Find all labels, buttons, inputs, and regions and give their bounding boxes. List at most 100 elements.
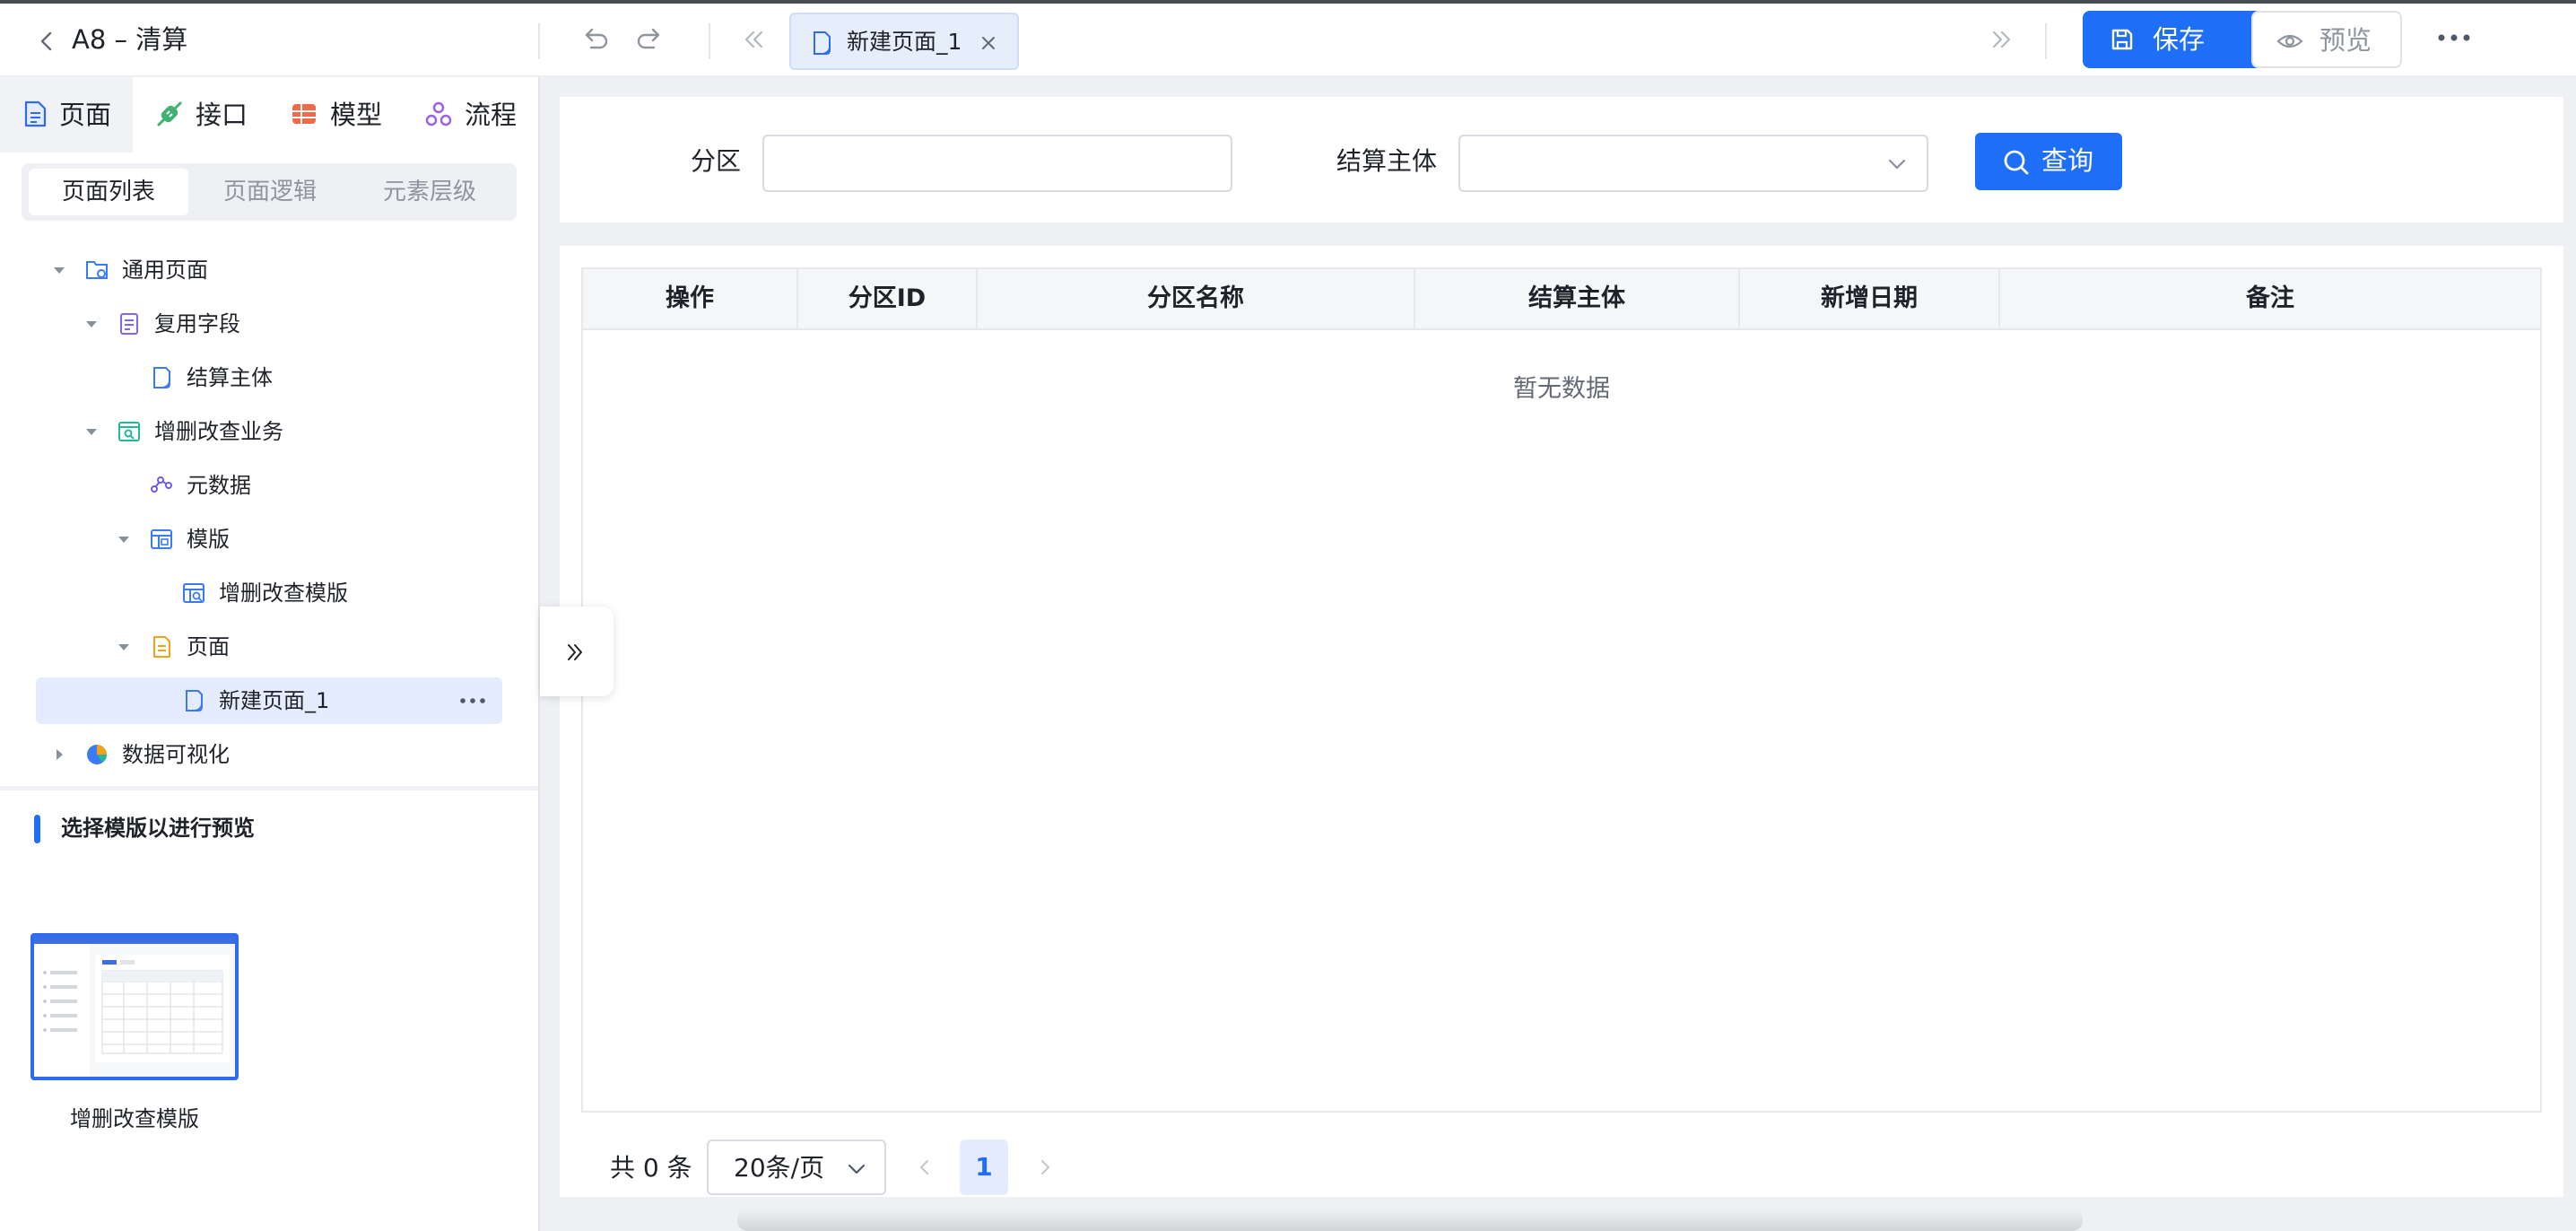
flow-icon (425, 101, 452, 127)
settlement-entity-select[interactable] (1458, 135, 1928, 192)
template-icon (151, 529, 172, 549)
undo-icon[interactable] (579, 23, 612, 56)
partition-label: 分区 (691, 146, 742, 176)
column-header[interactable]: 分区名称 (978, 269, 1415, 328)
doc-purple-icon (120, 313, 138, 335)
tab-label: 新建页面_1 (847, 29, 962, 55)
tree-item-label: 结算主体 (187, 365, 273, 390)
double-chevron-right-icon[interactable] (1986, 23, 2018, 56)
sub-tab-element-hierarchy[interactable]: 元素层级 (350, 169, 509, 215)
tab-model[interactable]: 模型 (269, 77, 404, 153)
partition-input[interactable] (762, 135, 1232, 192)
metadata-icon (151, 476, 172, 493)
horizontal-scrollbar[interactable] (737, 1209, 2083, 1231)
filter-form: 分区 结算主体 查询 (560, 97, 2563, 223)
template-preview-heading: 选择模版以进行预览 (61, 816, 255, 841)
nav-tabs: 页面 接口 模型 流程 (0, 77, 538, 163)
app-title: A8 – 清算 (72, 24, 188, 55)
tab-label: 流程 (465, 100, 518, 130)
template-label: 增删改查模版 (70, 1106, 199, 1131)
tree-item-metadata[interactable]: 元数据 (0, 463, 538, 508)
api-icon (157, 101, 182, 127)
page-size-select[interactable]: 20条/页 (707, 1139, 886, 1195)
preview-button[interactable]: 预览 (2251, 11, 2402, 68)
tab-label: 接口 (196, 100, 248, 130)
top-bar: A8 – 清算 新建页面_1 保存 预览 (0, 4, 2576, 77)
chevron-left-icon[interactable] (34, 29, 59, 54)
table-header: 操作 分区ID 分区名称 结算主体 新增日期 备注 (583, 269, 2540, 330)
chevron-right-icon[interactable] (1035, 1157, 1055, 1177)
caret-down-icon[interactable] (117, 640, 131, 654)
pagination: 共 0 条 20条/页 1 (560, 1139, 2563, 1197)
tree-item-label: 新建页面_1 (219, 688, 330, 713)
more-icon[interactable] (2436, 32, 2472, 43)
tab-flow[interactable]: 流程 (404, 77, 538, 153)
tree-item-label: 元数据 (187, 473, 251, 498)
caret-down-icon[interactable] (52, 263, 66, 277)
page-icon (186, 690, 203, 712)
model-icon (292, 104, 316, 124)
tab-label: 模型 (330, 100, 383, 130)
tree-item-label: 通用页面 (122, 258, 208, 283)
caret-down-icon[interactable] (84, 317, 99, 331)
column-header[interactable]: 备注 (2000, 269, 2540, 328)
tree-item-data-visualization[interactable]: 数据可视化 (0, 732, 538, 777)
column-header[interactable]: 结算主体 (1415, 269, 1740, 328)
double-chevron-left-icon[interactable] (737, 23, 770, 56)
tree-item-pages-folder[interactable]: 页面 (0, 624, 538, 669)
folder-page-icon (86, 261, 108, 279)
tree-item-label: 增删改查模版 (219, 581, 348, 606)
tree-item-crud-template[interactable]: 增删改查模版 (0, 571, 538, 616)
tree-item-label: 复用字段 (154, 311, 240, 336)
panel-divider (0, 786, 538, 790)
tree-item-new-page[interactable]: 新建页面_1 (0, 678, 538, 723)
template-thumbnail[interactable] (30, 933, 239, 1080)
expand-panel-handle[interactable] (540, 607, 614, 696)
tree-item-settlement-entity[interactable]: 结算主体 (0, 355, 538, 400)
data-table: 操作 分区ID 分区名称 结算主体 新增日期 备注 暂无数据 (581, 267, 2542, 1113)
tree-item-label: 数据可视化 (122, 742, 230, 767)
sub-tab-page-list[interactable]: 页面列表 (29, 169, 188, 215)
tab-label: 页面 (59, 100, 112, 130)
column-header[interactable]: 分区ID (798, 269, 978, 328)
tree-item-label: 页面 (187, 634, 230, 659)
tab-new-page[interactable]: 新建页面_1 (789, 13, 1019, 70)
chevron-left-icon[interactable] (915, 1157, 935, 1177)
tree-item-common-pages[interactable]: 通用页面 (0, 248, 538, 292)
crud-template-icon (183, 583, 205, 603)
tab-api[interactable]: 接口 (135, 77, 269, 153)
save-button[interactable]: 保存 (2083, 11, 2280, 68)
table-card: 操作 分区ID 分区名称 结算主体 新增日期 备注 暂无数据 共 0 条 20条… (560, 246, 2563, 1197)
page-icon (24, 100, 47, 127)
save-label: 保存 (2153, 24, 2206, 55)
more-icon[interactable] (459, 696, 486, 705)
divider (2045, 23, 2047, 59)
sub-tabs: 页面列表 页面逻辑 元素层级 (22, 163, 517, 221)
tab-pages[interactable]: 页面 (0, 77, 133, 153)
caret-down-icon[interactable] (117, 532, 131, 546)
sub-tab-page-logic[interactable]: 页面逻辑 (190, 169, 350, 215)
query-label: 查询 (2041, 145, 2094, 176)
caret-right-icon[interactable] (52, 747, 66, 762)
column-header[interactable]: 新增日期 (1740, 269, 2000, 328)
divider (538, 23, 540, 59)
doc-orange-icon (153, 636, 170, 658)
redo-icon[interactable] (633, 23, 666, 56)
chevron-down-icon (848, 1164, 866, 1174)
query-button[interactable]: 查询 (1975, 133, 2122, 190)
search-icon (2004, 150, 2029, 175)
preview-label: 预览 (2319, 25, 2372, 56)
left-panel: 页面 接口 模型 流程 页面列表 页面逻辑 元素层级 通用页面 复用字段 结算主… (0, 77, 538, 1231)
tree-item-crud-business[interactable]: 增删改查业务 (0, 409, 538, 454)
save-icon (2111, 29, 2133, 50)
caret-down-icon[interactable] (84, 424, 99, 439)
double-chevron-right-icon (568, 644, 582, 660)
close-icon[interactable] (978, 32, 999, 54)
column-header[interactable]: 操作 (583, 269, 798, 328)
template-preview-image (34, 937, 235, 1077)
page-number-button[interactable]: 1 (960, 1139, 1008, 1195)
tree-item-reused-fields[interactable]: 复用字段 (0, 301, 538, 346)
settlement-entity-label: 结算主体 (1336, 146, 1438, 176)
tree-item-templates[interactable]: 模版 (0, 517, 538, 562)
pie-chart-icon (87, 745, 107, 764)
